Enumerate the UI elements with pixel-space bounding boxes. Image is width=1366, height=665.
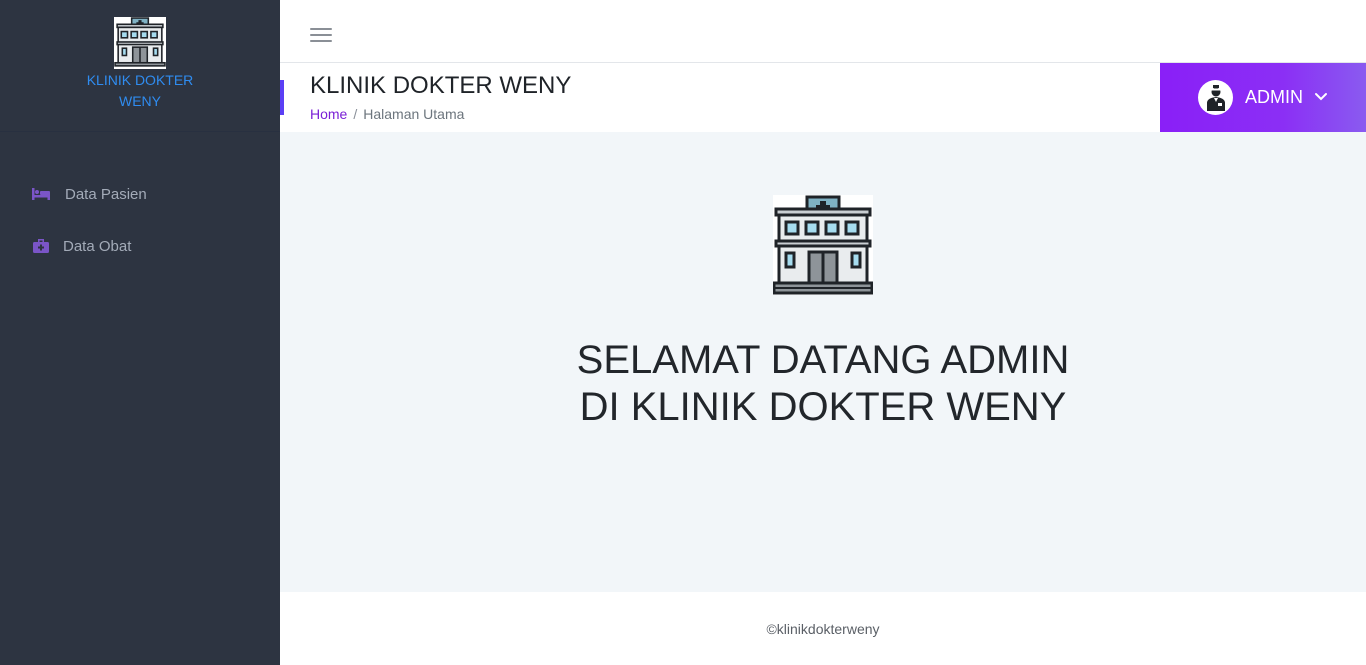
bed-icon	[31, 186, 51, 202]
brand-name: KLINIK DOKTER WENY	[86, 72, 194, 109]
sidebar-item-label: Data Obat	[63, 237, 132, 255]
breadcrumb-current: Halaman Utama	[363, 106, 465, 122]
footer-copyright: ©klinikdokterweny	[766, 621, 880, 637]
sidebar: KLINIK DOKTER WENY Data Pasien Data Obat	[0, 0, 280, 665]
user-menu-button[interactable]: ADMIN	[1160, 63, 1366, 132]
main-content: SELAMAT DATANG ADMIN DI KLINIK DOKTER WE…	[280, 132, 1366, 592]
medical-kit-icon	[31, 238, 51, 254]
welcome-message: SELAMAT DATANG ADMIN DI KLINIK DOKTER WE…	[280, 337, 1366, 431]
breadcrumb-home-link[interactable]: Home	[310, 106, 347, 122]
page-title: KLINIK DOKTER WENY	[310, 72, 572, 99]
hospital-building-icon	[773, 195, 873, 295]
breadcrumb-separator: /	[353, 106, 358, 122]
sidebar-item-label: Data Pasien	[65, 185, 147, 203]
brand[interactable]: KLINIK DOKTER WENY	[0, 0, 280, 132]
page-header: KLINIK DOKTER WENY Home / Halaman Utama AD…	[280, 63, 1366, 132]
hamburger-menu-icon[interactable]	[310, 28, 332, 44]
sidebar-item-data-pasien[interactable]: Data Pasien	[0, 168, 280, 220]
accent-bar	[280, 80, 284, 115]
topbar	[280, 0, 1366, 63]
sidebar-menu: Data Pasien Data Obat	[0, 132, 280, 272]
breadcrumb: Home / Halaman Utama	[310, 106, 464, 122]
footer: ©klinikdokterweny	[280, 592, 1366, 665]
welcome-line-2: DI KLINIK DOKTER WENY	[579, 385, 1067, 429]
hospital-building-icon	[114, 17, 166, 69]
doctor-avatar-icon	[1198, 80, 1233, 115]
user-name: ADMIN	[1245, 87, 1303, 107]
chevron-down-icon	[1315, 93, 1327, 101]
welcome-line-1: SELAMAT DATANG ADMIN	[576, 338, 1070, 382]
sidebar-item-data-obat[interactable]: Data Obat	[0, 220, 280, 272]
